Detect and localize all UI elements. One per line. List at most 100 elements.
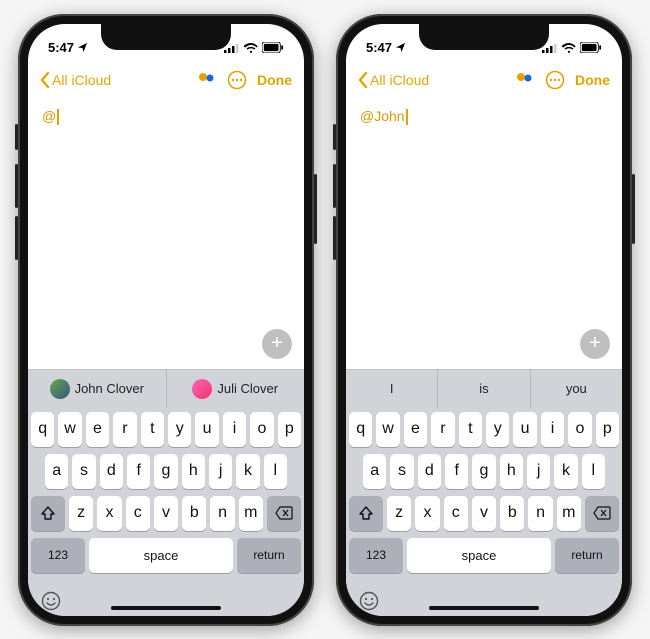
- emoji-icon[interactable]: [358, 590, 380, 612]
- collaborate-icon[interactable]: [195, 71, 217, 89]
- key-p[interactable]: p: [596, 412, 619, 447]
- key-z[interactable]: z: [387, 496, 411, 531]
- key-b[interactable]: b: [182, 496, 206, 531]
- key-n[interactable]: n: [210, 496, 234, 531]
- key-x[interactable]: x: [415, 496, 439, 531]
- key-q[interactable]: q: [349, 412, 372, 447]
- key-delete[interactable]: [267, 496, 301, 531]
- home-indicator[interactable]: [111, 606, 221, 610]
- more-icon[interactable]: [227, 70, 247, 90]
- key-s[interactable]: s: [72, 454, 95, 489]
- key-y[interactable]: y: [168, 412, 191, 447]
- shift-icon: [40, 505, 56, 521]
- key-s[interactable]: s: [390, 454, 413, 489]
- suggestion-contact[interactable]: John Clover: [28, 370, 167, 408]
- key-a[interactable]: a: [363, 454, 386, 489]
- key-r[interactable]: r: [431, 412, 454, 447]
- key-delete[interactable]: [585, 496, 619, 531]
- key-a[interactable]: a: [45, 454, 68, 489]
- back-label: All iCloud: [370, 72, 429, 88]
- back-button[interactable]: All iCloud: [358, 72, 429, 88]
- key-i[interactable]: i: [541, 412, 564, 447]
- key-123[interactable]: 123: [349, 538, 403, 573]
- key-i[interactable]: i: [223, 412, 246, 447]
- note-content-area[interactable]: @John +: [346, 98, 622, 369]
- home-indicator[interactable]: [429, 606, 539, 610]
- done-button[interactable]: Done: [575, 72, 610, 88]
- key-k[interactable]: k: [236, 454, 259, 489]
- suggestion-word[interactable]: is: [438, 370, 530, 408]
- battery-full-icon: [580, 42, 602, 53]
- location-arrow-icon: [77, 42, 88, 53]
- phone-frame-right: 5:47 All: [336, 14, 632, 626]
- key-o[interactable]: o: [568, 412, 591, 447]
- key-l[interactable]: l: [264, 454, 287, 489]
- key-v[interactable]: v: [154, 496, 178, 531]
- key-j[interactable]: j: [209, 454, 232, 489]
- note-content-area[interactable]: @ +: [28, 98, 304, 369]
- key-m[interactable]: m: [239, 496, 263, 531]
- keyboard-area: John Clover Juli Clover q w e r t y u i: [28, 369, 304, 616]
- key-shift[interactable]: [349, 496, 383, 531]
- suggestion-label: John Clover: [75, 381, 144, 396]
- add-attachment-button[interactable]: +: [580, 329, 610, 359]
- suggestion-word[interactable]: I: [346, 370, 438, 408]
- key-c[interactable]: c: [444, 496, 468, 531]
- key-e[interactable]: e: [86, 412, 109, 447]
- key-f[interactable]: f: [127, 454, 150, 489]
- key-h[interactable]: h: [182, 454, 205, 489]
- plus-icon: +: [271, 332, 283, 355]
- key-t[interactable]: t: [459, 412, 482, 447]
- key-h[interactable]: h: [500, 454, 523, 489]
- key-u[interactable]: u: [195, 412, 218, 447]
- emoji-icon[interactable]: [40, 590, 62, 612]
- key-b[interactable]: b: [500, 496, 524, 531]
- notch: [419, 24, 549, 50]
- key-r[interactable]: r: [113, 412, 136, 447]
- suggestion-label: you: [566, 381, 587, 396]
- key-w[interactable]: w: [376, 412, 399, 447]
- avatar-icon: [192, 379, 212, 399]
- note-text: @: [42, 108, 56, 124]
- collaborate-icon[interactable]: [513, 71, 535, 89]
- key-w[interactable]: w: [58, 412, 81, 447]
- key-d[interactable]: d: [418, 454, 441, 489]
- suggestion-contact[interactable]: Juli Clover: [167, 370, 305, 408]
- key-y[interactable]: y: [486, 412, 509, 447]
- key-f[interactable]: f: [445, 454, 468, 489]
- keyboard-area: I is you q w e r t y u i: [346, 369, 622, 616]
- key-t[interactable]: t: [141, 412, 164, 447]
- done-button[interactable]: Done: [257, 72, 292, 88]
- key-space[interactable]: space: [89, 538, 233, 573]
- key-q[interactable]: q: [31, 412, 54, 447]
- key-m[interactable]: m: [557, 496, 581, 531]
- add-attachment-button[interactable]: +: [262, 329, 292, 359]
- key-g[interactable]: g: [472, 454, 495, 489]
- key-return[interactable]: return: [555, 538, 619, 573]
- key-k[interactable]: k: [554, 454, 577, 489]
- key-u[interactable]: u: [513, 412, 536, 447]
- key-space[interactable]: space: [407, 538, 551, 573]
- key-d[interactable]: d: [100, 454, 123, 489]
- back-button[interactable]: All iCloud: [40, 72, 111, 88]
- suggestion-word[interactable]: you: [531, 370, 622, 408]
- battery-full-icon: [262, 42, 284, 53]
- key-return[interactable]: return: [237, 538, 301, 573]
- key-x[interactable]: x: [97, 496, 121, 531]
- key-c[interactable]: c: [126, 496, 150, 531]
- key-j[interactable]: j: [527, 454, 550, 489]
- key-z[interactable]: z: [69, 496, 93, 531]
- key-e[interactable]: e: [404, 412, 427, 447]
- key-o[interactable]: o: [250, 412, 273, 447]
- key-n[interactable]: n: [528, 496, 552, 531]
- keyboard: q w e r t y u i o p a s d f g h: [346, 408, 622, 586]
- key-l[interactable]: l: [582, 454, 605, 489]
- key-shift[interactable]: [31, 496, 65, 531]
- suggestion-bar: John Clover Juli Clover: [28, 370, 304, 408]
- key-123[interactable]: 123: [31, 538, 85, 573]
- more-icon[interactable]: [545, 70, 565, 90]
- key-v[interactable]: v: [472, 496, 496, 531]
- suggestion-bar: I is you: [346, 370, 622, 408]
- key-p[interactable]: p: [278, 412, 301, 447]
- key-g[interactable]: g: [154, 454, 177, 489]
